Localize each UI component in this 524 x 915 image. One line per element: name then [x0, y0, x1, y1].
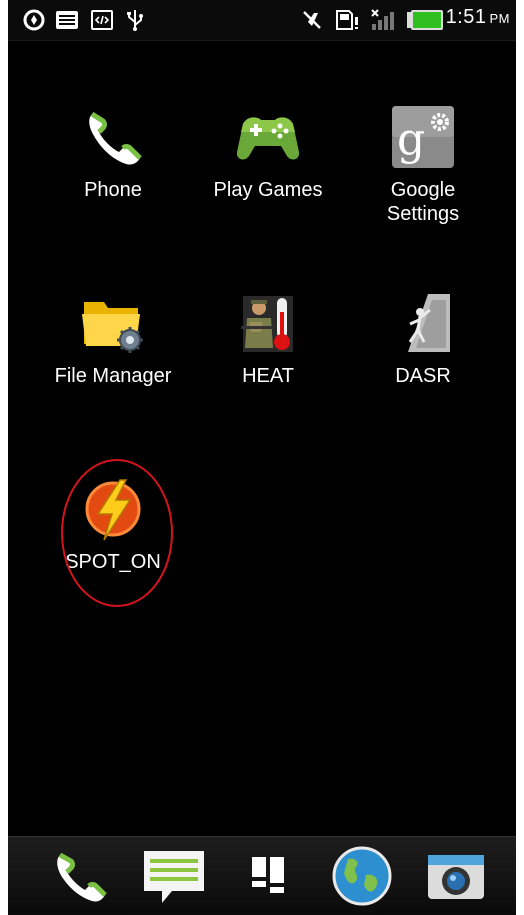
battery-icon	[407, 10, 443, 30]
camera-icon[interactable]	[424, 845, 488, 907]
clock: 1:51 PM	[446, 6, 510, 29]
messages-icon[interactable]	[142, 845, 206, 907]
clock-time: 1:51	[445, 6, 487, 28]
folder-gear-icon	[82, 302, 143, 353]
phone-icon[interactable]	[48, 845, 112, 907]
app-label-phone: Phone	[84, 179, 142, 201]
clock-ampm: PM	[489, 11, 510, 26]
app-label-heat: HEAT	[242, 365, 294, 387]
app-dasr[interactable]: DASR	[348, 288, 498, 388]
dock	[8, 836, 516, 915]
app-play-games[interactable]: Play Games	[193, 102, 343, 202]
gamepad-icon	[236, 117, 300, 160]
google-settings-icon: g	[392, 106, 454, 168]
code-icon	[91, 10, 113, 30]
app-label-dasr: DASR	[395, 365, 451, 387]
signal-icon	[371, 9, 394, 30]
app-file-manager[interactable]: File Manager	[38, 288, 188, 388]
sync-icon	[23, 9, 45, 31]
storage-icon	[56, 11, 78, 29]
home-screen: 1:51 PM Phone Play Games g Google Settin…	[8, 0, 516, 915]
status-bar: 1:51 PM	[8, 0, 516, 41]
app-label-play-games: Play Games	[213, 179, 323, 201]
app-google-settings[interactable]: g Google Settings	[348, 102, 498, 226]
soldier-thermometer-icon	[241, 296, 293, 352]
app-heat[interactable]: HEAT	[193, 288, 343, 388]
climber-icon	[408, 294, 450, 352]
app-phone[interactable]: Phone	[38, 102, 188, 202]
sd-card-alert-icon	[336, 10, 358, 30]
apps-grid-icon[interactable]	[236, 845, 300, 907]
phone-icon	[89, 111, 142, 165]
svg-text:g: g	[397, 114, 425, 165]
browser-globe-icon[interactable]	[330, 845, 394, 907]
app-label-file-manager: File Manager	[54, 365, 172, 387]
mute-icon	[303, 11, 321, 29]
usb-icon	[127, 10, 143, 31]
app-label-google-settings: Google Settings	[386, 179, 460, 225]
highlight-ring	[61, 459, 173, 607]
